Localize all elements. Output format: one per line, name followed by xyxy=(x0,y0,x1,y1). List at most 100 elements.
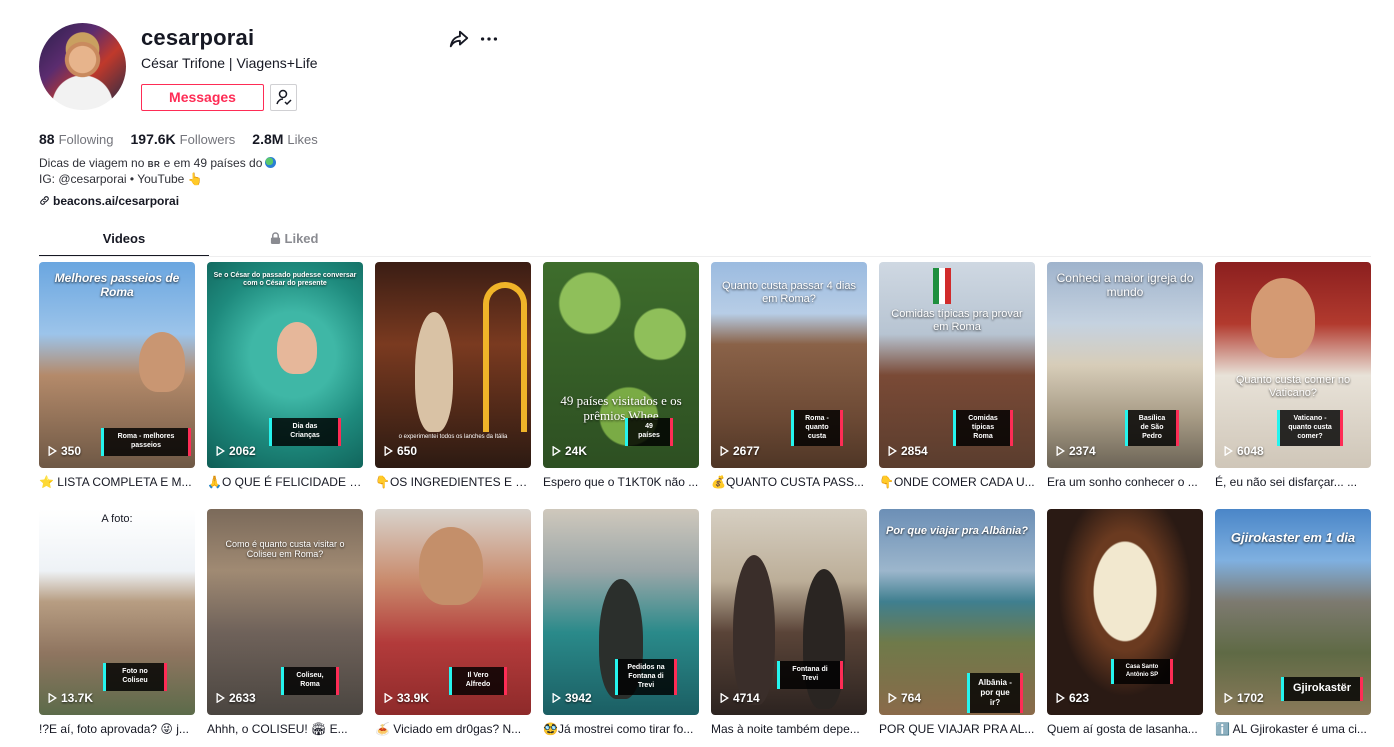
thumbnail-overlay-text: Gjirokaster em 1 dia xyxy=(1230,530,1356,545)
thumbnail-caption: Coliseu, Roma xyxy=(281,667,339,695)
thumbnail-caption: Basílica de São Pedro xyxy=(1125,410,1179,447)
video-card[interactable]: Il Vero Alfredo 33.9K 🍝 Viciado em dr0ga… xyxy=(375,509,531,736)
video-card[interactable]: Casa Santo Antônio SP 623 Quem aí gosta … xyxy=(1047,509,1203,736)
video-description: Ahhh, o COLISEU! 🏟 E... xyxy=(207,722,348,736)
video-thumbnail: 49 países visitados e os prêmios Whee 49… xyxy=(543,262,699,468)
thumbnail-overlay-text: Se o César do passado pudesse conversar … xyxy=(213,272,357,288)
thumbnail-caption: Pedidos na Fontana di Trevi xyxy=(615,659,677,696)
video-thumbnail: Melhores passeios de Roma Roma - melhore… xyxy=(39,262,195,468)
thumbnail-overlay-text: Quanto custa comer no Vaticano? xyxy=(1235,374,1351,399)
thumbnail-caption: Gjirokastër xyxy=(1281,677,1363,701)
video-description: É, eu não sei disfarçar... ... xyxy=(1215,475,1358,489)
thumbnail-overlay-text: Como é quanto custa visitar o Coliseu em… xyxy=(225,539,345,560)
thumbnail-caption: Fontana di Trevi xyxy=(777,661,843,689)
video-thumbnail: Como é quanto custa visitar o Coliseu em… xyxy=(207,509,363,715)
likes-label: Likes xyxy=(287,132,318,147)
thumbnail-caption: Casa Santo Antônio SP xyxy=(1111,659,1173,684)
view-count: 4714 xyxy=(720,691,760,705)
likes-stat: 2.8M Likes xyxy=(252,131,317,147)
profile-stats: 88 Following 197.6K Followers 2.8M Likes xyxy=(39,131,335,147)
video-thumbnail: Comidas típicas pra provar em Roma Comid… xyxy=(879,262,1035,468)
thumbnail-caption: Roma - melhores passeios xyxy=(101,428,191,456)
following-stat[interactable]: 88 Following xyxy=(39,131,114,147)
thumbnail-overlay-text: A foto: xyxy=(101,513,133,525)
bio-line-1: Dicas de viagem no BR e em 49 países do xyxy=(39,156,277,170)
bio-text-2: e em 49 países do xyxy=(163,156,263,170)
video-card[interactable]: Fontana di Trevi 4714 Mas à noite também… xyxy=(711,509,867,736)
profile-avatar xyxy=(39,23,126,110)
view-count: 2374 xyxy=(1056,444,1096,458)
thumbnail-caption: Roma - quanto custa xyxy=(791,410,843,447)
thumbnail-caption: Il Vero Alfredo xyxy=(449,667,507,695)
bio-link[interactable]: beacons.ai/cesarporai xyxy=(39,194,179,208)
video-thumbnail: Pedidos na Fontana di Trevi 3942 xyxy=(543,509,699,715)
video-card[interactable]: o experimentei todos os lanches da Itáli… xyxy=(375,262,531,489)
view-count: 13.7K xyxy=(48,691,93,705)
video-thumbnail: Quanto custa passar 4 dias em Roma? Roma… xyxy=(711,262,867,468)
video-thumbnail: Se o César do passado pudesse conversar … xyxy=(207,262,363,468)
video-card[interactable]: Gjirokaster em 1 dia Gjirokastër 1702 ℹ️… xyxy=(1215,509,1371,736)
view-count: 2677 xyxy=(720,444,760,458)
video-card[interactable]: Por que viajar pra Albânia? Albânia - po… xyxy=(879,509,1035,736)
bio-text: Dicas de viagem no xyxy=(39,156,145,170)
tab-liked-label: Liked xyxy=(284,231,319,246)
video-description: Espero que o T1KT0K não ... xyxy=(543,475,699,489)
video-card[interactable]: Pedidos na Fontana di Trevi 3942 🥸Já mos… xyxy=(543,509,699,736)
likes-count: 2.8M xyxy=(252,131,284,147)
bio-line-2: IG: @cesarporai • YouTube 👆 xyxy=(39,172,203,186)
view-count: 2633 xyxy=(216,691,256,705)
video-thumbnail: Fontana di Trevi 4714 xyxy=(711,509,867,715)
following-count: 88 xyxy=(39,131,55,147)
video-card[interactable]: 49 países visitados e os prêmios Whee 49… xyxy=(543,262,699,489)
thumbnail-caption: 49 países xyxy=(625,418,673,446)
followers-label: Followers xyxy=(179,132,236,147)
bio-link-text: beacons.ai/cesarporai xyxy=(53,194,180,208)
followers-stat[interactable]: 197.6K Followers xyxy=(131,131,236,147)
video-description: 🙏O QUE É FELICIDADE P... xyxy=(207,475,363,489)
more-options-icon[interactable] xyxy=(478,28,500,50)
link-icon xyxy=(40,196,49,205)
suggested-accounts-button[interactable] xyxy=(270,84,297,111)
video-description: 👇OS INGREDIENTES E DI... xyxy=(375,475,531,489)
profile-tabs: Videos Liked xyxy=(39,226,379,257)
thumbnail-caption: Dia das Crianças xyxy=(269,418,341,446)
video-card[interactable]: Conheci a maior igreja do mundo Basílica… xyxy=(1047,262,1203,489)
view-count: 2062 xyxy=(216,444,256,458)
view-count: 6048 xyxy=(1224,444,1264,458)
view-count: 1702 xyxy=(1224,691,1264,705)
thumbnail-caption: Albânia - por que ir? xyxy=(967,673,1023,713)
profile-nickname: César Trifone | Viagens+Life xyxy=(141,55,318,71)
video-card[interactable]: Se o César do passado pudesse conversar … xyxy=(207,262,363,489)
video-description: 🍝 Viciado em dr0gas? N... xyxy=(375,722,522,736)
video-card[interactable]: Quanto custa comer no Vaticano? Vaticano… xyxy=(1215,262,1371,489)
video-description: Quem aí gosta de lasanha... xyxy=(1047,722,1198,736)
video-card[interactable]: Melhores passeios de Roma Roma - melhore… xyxy=(39,262,195,489)
video-thumbnail: Conheci a maior igreja do mundo Basílica… xyxy=(1047,262,1203,468)
video-thumbnail: Gjirokaster em 1 dia Gjirokastër 1702 xyxy=(1215,509,1371,715)
view-count: 33.9K xyxy=(384,691,429,705)
video-card[interactable]: Comidas típicas pra provar em Roma Comid… xyxy=(879,262,1035,489)
video-card[interactable]: Quanto custa passar 4 dias em Roma? Roma… xyxy=(711,262,867,489)
share-icon[interactable] xyxy=(448,28,470,50)
video-description: POR QUE VIAJAR PRA AL... xyxy=(879,722,1035,736)
thumbnail-caption: Foto no Coliseu xyxy=(103,663,167,691)
thumbnail-overlay-text: Comidas típicas pra provar em Roma xyxy=(891,308,1023,333)
view-count: 764 xyxy=(888,691,921,705)
video-thumbnail: o experimentei todos os lanches da Itáli… xyxy=(375,262,531,468)
thumbnail-caption: Comidas típicas Roma xyxy=(953,410,1013,447)
thumbnail-caption: Vaticano - quanto custa comer? xyxy=(1277,410,1343,447)
tab-liked[interactable]: Liked xyxy=(209,226,379,256)
view-count: 24K xyxy=(552,444,587,458)
video-card[interactable]: Como é quanto custa visitar o Coliseu em… xyxy=(207,509,363,736)
messages-button[interactable]: Messages xyxy=(141,84,264,111)
video-thumbnail: A foto: Foto no Coliseu 13.7K xyxy=(39,509,195,715)
video-card[interactable]: A foto: Foto no Coliseu 13.7K !?E aí, fo… xyxy=(39,509,195,736)
profile-username: cesarporai xyxy=(141,25,255,50)
video-thumbnail: Il Vero Alfredo 33.9K xyxy=(375,509,531,715)
thumbnail-caption: o experimentei todos os lanches da Itáli… xyxy=(398,434,508,440)
video-thumbnail: Quanto custa comer no Vaticano? Vaticano… xyxy=(1215,262,1371,468)
video-description: 👇ONDE COMER CADA U... xyxy=(879,475,1035,489)
view-count: 623 xyxy=(1056,691,1089,705)
tab-videos[interactable]: Videos xyxy=(39,226,209,256)
view-count: 3942 xyxy=(552,691,592,705)
